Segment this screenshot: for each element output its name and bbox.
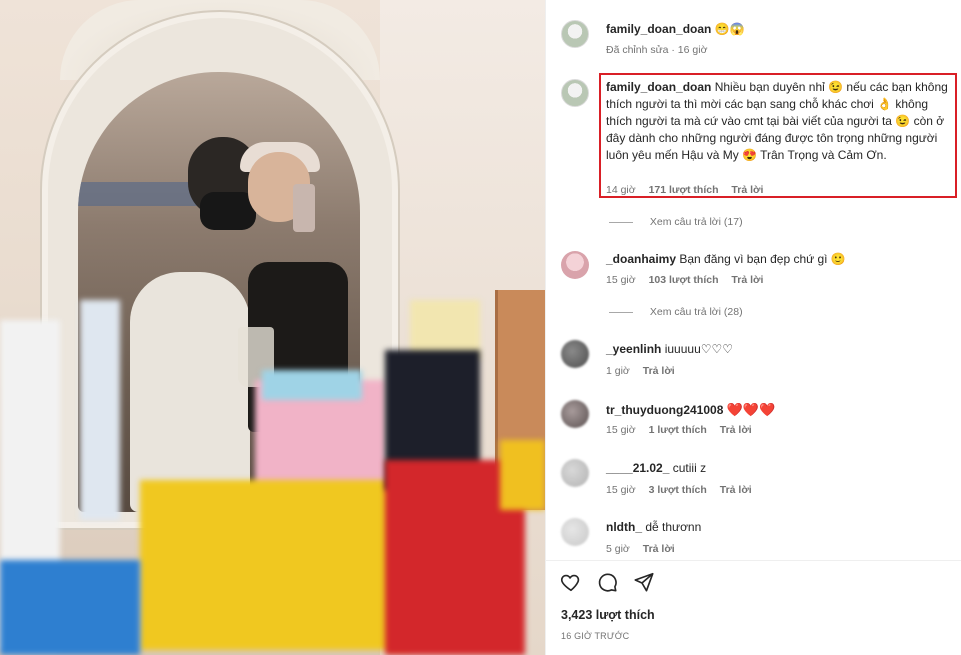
comment-bubble-icon[interactable] — [596, 571, 618, 593]
heart-outline-icon[interactable] — [560, 571, 582, 593]
comment-meta: 5 giờ Trả lời — [606, 543, 675, 555]
reply-button[interactable]: Trả lời — [731, 184, 763, 196]
comment-meta: 15 giờ 3 lượt thích Trả lời — [606, 484, 752, 496]
comment-username[interactable]: tr_thuyduong241008 — [606, 403, 723, 417]
comment-body: _yeenlinh iuuuuu♡♡♡ — [606, 341, 952, 358]
comment-time: 15 giờ — [606, 484, 636, 496]
comment-likes[interactable]: 103 lượt thích — [649, 274, 719, 286]
comment-text: cutiii z — [672, 461, 707, 475]
comment-time: 15 giờ — [606, 424, 636, 436]
reply-button[interactable]: Trả lời — [720, 424, 752, 436]
blurred-box — [500, 440, 545, 510]
divider — [546, 560, 961, 561]
comment-likes[interactable]: 171 lượt thích — [649, 184, 719, 196]
comment-body: _doanhaimy Bạn đăng vì bạn đẹp chứ gì 🙂 — [606, 251, 952, 268]
commenter-avatar[interactable] — [561, 459, 589, 487]
comment-text: dễ thươnn — [645, 520, 702, 534]
comment-meta: 1 giờ Trả lời — [606, 365, 675, 377]
comment-username[interactable]: _doanhaimy — [606, 252, 676, 266]
reply-button[interactable]: Trả lời — [643, 543, 675, 555]
commenter-avatar[interactable] — [561, 340, 589, 368]
comment-meta: 15 giờ 103 lượt thích Trả lời — [606, 274, 763, 286]
instagram-post-view: family_doan_doan 😁😱 Đã chỉnh sửa · 16 gi… — [0, 0, 961, 655]
reply-button[interactable]: Trả lời — [720, 484, 752, 496]
comment-username[interactable]: family_doan_doan — [606, 80, 711, 94]
view-replies-label: Xem câu trả lời (17) — [649, 216, 743, 228]
phone — [293, 184, 315, 232]
commenter-avatar[interactable] — [561, 518, 589, 546]
comment-time: 1 giờ — [606, 365, 630, 377]
comment-time: 15 giờ — [606, 274, 636, 286]
comment-body: ____21.02_ cutiii z — [606, 460, 952, 477]
person-man — [130, 272, 250, 512]
comment-body: tr_thuyduong241008 ❤️❤️❤️ — [606, 401, 952, 419]
comment-meta: 14 giờ 171 lượt thích Trả lời — [606, 184, 763, 196]
blurred-box — [262, 370, 362, 400]
author-avatar[interactable] — [561, 20, 589, 48]
view-replies-label: Xem câu trả lời (28) — [649, 306, 743, 318]
comment-body: nldth_ dễ thươnn — [606, 519, 952, 536]
comment-meta: 15 giờ 1 lượt thích Trả lời — [606, 424, 752, 436]
comment-time: 5 giờ — [606, 543, 630, 555]
comment-text: Bạn đăng vì bạn đẹp chứ gì 🙂 — [679, 252, 846, 266]
caption-text: 😁😱 — [714, 22, 745, 36]
paper-plane-icon[interactable] — [633, 571, 655, 593]
comment-username[interactable]: _yeenlinh — [606, 342, 661, 356]
blurred-box — [80, 300, 120, 520]
reply-button[interactable]: Trả lời — [643, 365, 675, 377]
comment-likes[interactable]: 3 lượt thích — [649, 484, 707, 496]
view-replies[interactable]: Xem câu trả lời (17) — [609, 216, 743, 228]
edited-meta: Đã chỉnh sửa · 16 giờ — [606, 44, 708, 56]
comment-text: ❤️❤️❤️ — [726, 402, 776, 417]
post-photo[interactable] — [0, 0, 545, 655]
author-username[interactable]: family_doan_doan — [606, 22, 711, 36]
post-timestamp: 16 GIỜ TRƯỚC — [561, 631, 630, 641]
blurred-box — [0, 560, 140, 655]
reply-button[interactable]: Trả lời — [731, 274, 763, 286]
comment-time: 14 giờ — [606, 184, 636, 196]
comment-likes[interactable]: 1 lượt thích — [649, 424, 707, 436]
commenter-avatar[interactable] — [561, 251, 589, 279]
comment-username[interactable]: nldth_ — [606, 520, 642, 534]
post-likes-count[interactable]: 3,423 lượt thích — [561, 608, 655, 622]
comments-panel: family_doan_doan 😁😱 Đã chỉnh sửa · 16 gi… — [545, 0, 961, 655]
comment-username[interactable]: ____21.02_ — [606, 461, 669, 475]
caption: family_doan_doan 😁😱 — [606, 22, 745, 36]
commenter-avatar[interactable] — [561, 400, 589, 428]
view-replies[interactable]: Xem câu trả lời (28) — [609, 306, 743, 318]
comment-text: iuuuuu♡♡♡ — [664, 342, 734, 356]
commenter-avatar[interactable] — [561, 79, 589, 107]
blurred-box — [140, 480, 410, 650]
comment-body: family_doan_doan Nhiều bạn duyên nhỉ 😉 n… — [606, 79, 952, 164]
